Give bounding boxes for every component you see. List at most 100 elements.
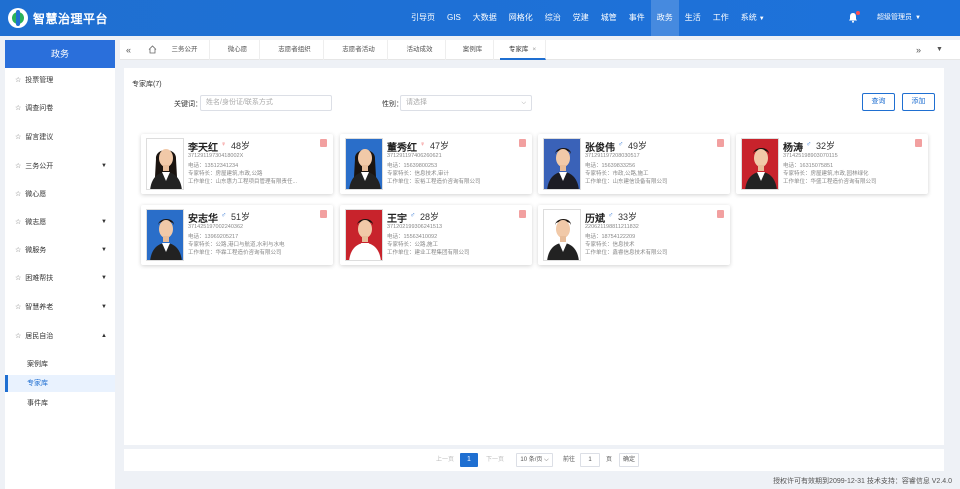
nav-item-8[interactable]: 政务 — [650, 0, 679, 36]
nav-item-2[interactable]: 大数据 — [467, 0, 503, 36]
expert-card[interactable]: 安志华 ♂ 51岁 371425197002240362 电话：13969205217 专… — [141, 205, 333, 265]
page-size-select[interactable]: 10 条/页 ⌵ — [516, 453, 553, 467]
delete-icon[interactable] — [320, 139, 327, 147]
nav-item-4[interactable]: 综治 — [539, 0, 567, 36]
expert-card[interactable]: 董秀红 ♀ 47岁 371291197406260621 电话：15639800253 专… — [340, 134, 532, 194]
nav-item-7[interactable]: 事件 — [623, 0, 651, 36]
expert-phone: 电话：16315075851 — [783, 163, 834, 169]
sidebar-item-4[interactable]: ☆ 微心愿 — [5, 185, 115, 203]
prev-page-button[interactable]: 上一页 — [436, 454, 454, 466]
tab-0[interactable]: 三务公开 — [160, 40, 210, 60]
nav-item-0[interactable]: 引导页 — [405, 0, 441, 36]
tab-label: 案例库 — [462, 46, 483, 53]
nav-item-9[interactable]: 生活 — [679, 0, 707, 36]
expert-phone: 电话：15639833256 — [585, 163, 636, 169]
goto-label: 前往 — [563, 457, 576, 463]
tab-6[interactable]: 专家库 × — [500, 40, 546, 60]
expert-specialty: 专家特长：房屋建筑,市政,园林绿化 — [783, 171, 869, 177]
page-size-value: 10 条/页 — [520, 457, 543, 463]
sidebar-item-5[interactable]: ☆ 微志愿 ▼ — [5, 213, 115, 231]
sidebar-item-7[interactable]: ☆ 困难帮扶 ▼ — [5, 269, 115, 287]
star-icon: ☆ — [15, 163, 22, 170]
expert-age: 32岁 — [816, 141, 836, 151]
star-icon: ☆ — [15, 191, 22, 198]
expert-id: 371202199306241513 — [387, 224, 443, 230]
delete-icon[interactable] — [915, 139, 922, 147]
expert-card[interactable]: 张俊伟 ♂ 49岁 371291197208030517 电话：15639833256 专… — [538, 134, 730, 194]
sidebar-item-3[interactable]: ☆ 三务公开 ▼ — [5, 157, 115, 175]
delete-icon[interactable] — [320, 210, 327, 218]
expert-age: 48岁 — [231, 141, 251, 151]
star-icon: ☆ — [15, 275, 22, 282]
logo-icon — [8, 8, 28, 28]
tab-3[interactable]: 志愿者活动 — [330, 40, 388, 60]
nav-item-3[interactable]: 网格化 — [503, 0, 539, 36]
expert-phone: 电话：18754122209 — [585, 234, 636, 240]
app-logo[interactable]: 智慧治理平台 — [8, 8, 108, 28]
close-icon[interactable]: × — [532, 46, 536, 53]
expert-org: 工作单位：鑫睿信息技术有限公司 — [585, 250, 668, 256]
sidebar-item-6[interactable]: ☆ 微服务 ▼ — [5, 241, 115, 259]
delete-icon[interactable] — [519, 139, 526, 147]
expert-card[interactable]: 李天红 ♀ 48岁 371291197304180​02X 电话：13512341234… — [141, 134, 333, 194]
collapse-left-icon[interactable]: « — [126, 40, 131, 60]
pagination: 上一页 1 下一页 10 条/页 ⌵ 前往 1 页 确定 — [124, 449, 944, 471]
expert-specialty: 专家特长：市政,公路,施工 — [585, 171, 649, 177]
chevron-down-icon: ▼ — [758, 16, 765, 22]
tab-5[interactable]: 案例库 — [452, 40, 494, 60]
chevron-down-icon: ⌵ — [521, 100, 526, 106]
sidebar-item-0[interactable]: ☆ 投票管理 — [5, 71, 115, 89]
sidebar-subitem-0[interactable]: 案例库 — [5, 356, 115, 373]
page-title: 专家库(7) — [132, 81, 162, 88]
sidebar-item-8[interactable]: ☆ 智慧养老 ▼ — [5, 298, 115, 316]
sidebar-subitem-1[interactable]: 专家库 — [5, 375, 115, 392]
sidebar-item-1[interactable]: ☆ 调查问卷 — [5, 99, 115, 117]
male-icon: ♂ — [806, 141, 812, 148]
expert-card[interactable]: 王宇 ♂ 28岁 371202199306241513 电话：15563410092 专家… — [340, 205, 532, 265]
tab-label: 志愿者活动 — [342, 46, 375, 53]
bell-icon[interactable] — [848, 11, 860, 23]
tab-1[interactable]: 微心愿 — [216, 40, 260, 60]
goto-confirm-button[interactable]: 确定 — [619, 453, 639, 467]
nav-item-11[interactable]: 系统 ▼ — [735, 0, 771, 36]
sidebar-item-9[interactable]: ☆ 居民自治 ▲ — [5, 327, 115, 345]
expand-arrow-icon: ▲ — [101, 333, 107, 339]
scroll-right-icon[interactable]: » — [916, 40, 921, 60]
user-menu[interactable]: 超级管理员 ▼ — [877, 0, 921, 36]
footer-license: 授权许可有效期到2099-12-31 技术支持：容睿信息 V2.4.0 — [773, 478, 952, 485]
expert-card[interactable]: 历斌 ♂ 33岁 220621198811211832 电话：18754122209 专家… — [538, 205, 730, 265]
page-number-current[interactable]: 1 — [460, 453, 478, 467]
sidebar-item-label: 微心愿 — [25, 191, 47, 198]
delete-icon[interactable] — [717, 139, 724, 147]
nav-item-5[interactable]: 党建 — [567, 0, 595, 36]
add-button[interactable]: 添加 — [902, 93, 935, 111]
delete-icon[interactable] — [717, 210, 724, 218]
nav-item-label: 党建 — [572, 13, 589, 22]
nav-item-1[interactable]: GIS — [441, 0, 467, 36]
gender-select[interactable]: 请选择 ⌵ — [400, 95, 532, 111]
nav-item-6[interactable]: 城管 — [595, 0, 623, 36]
expand-arrow-icon: ▼ — [101, 219, 107, 225]
keyword-input[interactable]: 姓名/身份证/联系方式 — [200, 95, 332, 111]
search-button[interactable]: 查询 — [862, 93, 895, 111]
sidebar-subitem-2[interactable]: 事件库 — [5, 395, 115, 412]
home-icon[interactable] — [148, 40, 157, 60]
goto-page-input[interactable]: 1 — [580, 453, 600, 467]
expert-name: 安志华 — [188, 214, 218, 225]
sidebar: 政务 ☆ 投票管理 ☆ 调查问卷 ☆ 留言建议 ☆ 三务公开 ▼ ☆ 微心愿 ☆ 微志愿 ▼ ☆ 微服务 ▼ ☆ 困… — [5, 40, 115, 489]
expert-photo — [146, 138, 184, 190]
expert-name: 董秀红 — [387, 143, 417, 154]
nav-item-10[interactable]: 工作 — [707, 0, 735, 36]
expand-arrow-icon: ▼ — [101, 163, 107, 169]
tab-menu-chevron-icon[interactable]: ▼ — [936, 40, 943, 60]
expert-card[interactable]: 杨涛 ♂ 32岁 371425198903070115 电话：16315075851 专家… — [736, 134, 928, 194]
tab-4[interactable]: 活动成效 — [394, 40, 446, 60]
next-page-button[interactable]: 下一页 — [486, 454, 504, 466]
delete-icon[interactable] — [519, 210, 526, 218]
sidebar-item-2[interactable]: ☆ 留言建议 — [5, 128, 115, 146]
tab-2[interactable]: 志愿者组织 — [266, 40, 324, 60]
expand-arrow-icon: ▼ — [101, 247, 107, 253]
nav-item-label: 系统 — [740, 13, 757, 22]
user-name: 超级管理员 — [877, 14, 912, 21]
tab-label: 三务公开 — [171, 46, 198, 53]
